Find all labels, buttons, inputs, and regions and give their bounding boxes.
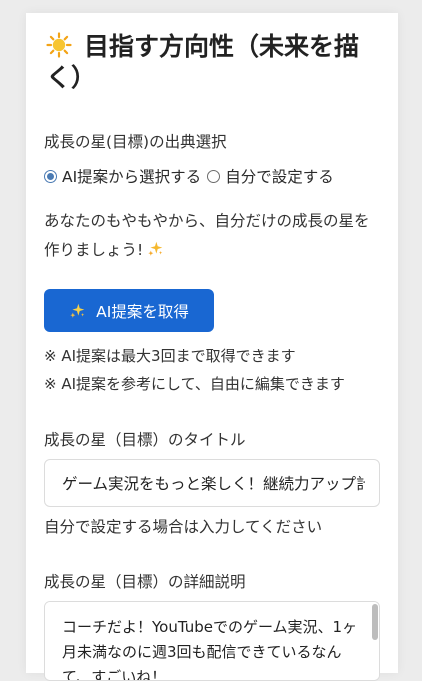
sparkles-icon xyxy=(70,303,85,318)
goal-detail-field: コーチだよ！YouTubeでのゲーム実況、1ヶ月未満なのに週3回も配信できている… xyxy=(44,601,380,681)
goal-detail-scrollbar[interactable] xyxy=(372,604,378,640)
source-label: 成長の星(目標)の出典選択 xyxy=(44,133,227,151)
radio-ai-suggestion[interactable] xyxy=(44,169,57,183)
goal-title-label: 成長の星（目標）のタイトル xyxy=(44,431,246,449)
get-ai-suggestion-label: AI提案を取得 xyxy=(96,302,189,321)
radio-ai-suggestion-label[interactable]: AI提案から選択する xyxy=(62,165,201,187)
source-radio-group: AI提案から選択する 自分で設定する xyxy=(44,165,340,187)
sparkles-icon xyxy=(148,241,163,256)
get-ai-suggestion-button[interactable]: AI提案を取得 xyxy=(44,289,214,332)
goal-detail-textarea[interactable]: コーチだよ！YouTubeでのゲーム実況、1ヶ月未満なのに週3回も配信できている… xyxy=(45,602,379,680)
note-editable: ※ AI提案を参考にして、自由に編集できます xyxy=(44,375,345,393)
note-max-attempts: ※ AI提案は最大3回まで取得できます xyxy=(44,347,296,365)
intro-text-body: あなたのもやもやから、自分だけの成長の星を作りましょう! xyxy=(44,212,370,259)
section-title: 目指す方向性（未来を描く） xyxy=(46,31,376,93)
sun-icon xyxy=(46,32,72,58)
section-title-text: 目指す方向性（未来を描く） xyxy=(46,32,360,92)
goal-title-hint: 自分で設定する場合は入力してください xyxy=(44,518,323,536)
radio-self-set[interactable] xyxy=(207,169,221,183)
goal-title-input[interactable] xyxy=(44,459,380,507)
intro-text: あなたのもやもやから、自分だけの成長の星を作りましょう! xyxy=(44,207,384,265)
goal-detail-label: 成長の星（目標）の詳細説明 xyxy=(44,573,246,591)
radio-self-set-label[interactable]: 自分で設定する xyxy=(225,165,334,187)
goal-direction-card: 目指す方向性（未来を描く） 成長の星(目標)の出典選択 AI提案から選択する 自… xyxy=(26,13,398,681)
